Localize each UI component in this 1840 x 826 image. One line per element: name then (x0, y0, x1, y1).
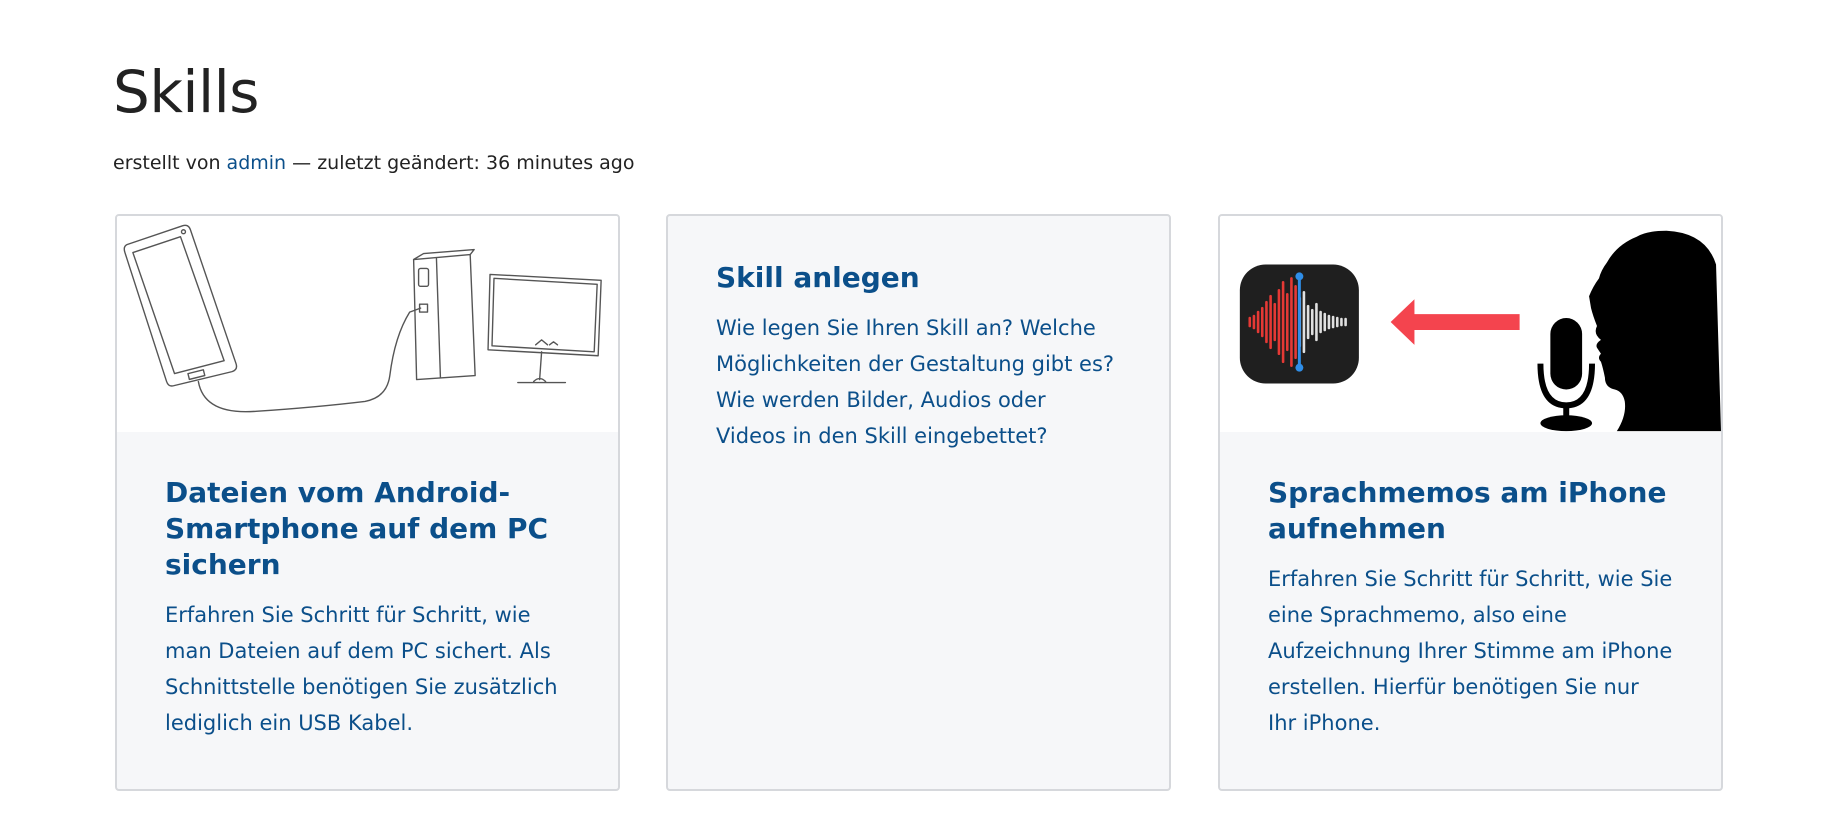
skill-card-android-backup[interactable]: Dateien vom Android-Smartphone auf dem P… (115, 214, 620, 791)
card-body: Dateien vom Android-Smartphone auf dem P… (117, 432, 618, 741)
page-title: Skills (113, 58, 259, 126)
byline-separator: — (292, 152, 312, 174)
skill-card-voice-memos[interactable]: Sprachmemos am iPhone aufnehmen Erfahren… (1218, 214, 1723, 791)
author-link[interactable]: admin (227, 152, 287, 174)
modified-value: 36 minutes ago (485, 152, 635, 174)
card-description: Erfahren Sie Schritt für Schritt, wie Si… (1268, 567, 1673, 735)
card-body: Sprachmemos am iPhone aufnehmen Erfahren… (1220, 432, 1721, 741)
card-title[interactable]: Sprachmemos am iPhone aufnehmen (1268, 475, 1673, 547)
person-silhouette-icon (1589, 230, 1721, 432)
voice-memo-illustration (1220, 216, 1721, 432)
voice-memos-app-icon (1239, 264, 1359, 384)
card-description: Wie legen Sie Ihren Skill an? Welche Mög… (716, 316, 1115, 448)
card-body: Skill anlegen Wie legen Sie Ihren Skill … (668, 216, 1169, 454)
microphone-icon (1537, 318, 1596, 432)
modified-label: zuletzt geändert: (317, 152, 480, 174)
card-title[interactable]: Skill anlegen (716, 260, 1121, 296)
skill-card-create-skill[interactable]: Skill anlegen Wie legen Sie Ihren Skill … (666, 214, 1171, 791)
skill-card-list: Dateien vom Android-Smartphone auf dem P… (115, 214, 1725, 794)
card-title[interactable]: Dateien vom Android-Smartphone auf dem P… (165, 475, 570, 583)
page: Skills erstellt von admin — zuletzt geän… (0, 0, 1840, 826)
smartphone-pc-illustration (117, 216, 618, 432)
left-arrow-icon (1390, 299, 1520, 345)
byline-prefix: erstellt von (113, 152, 221, 174)
byline: erstellt von admin — zuletzt geändert: 3… (113, 152, 634, 174)
card-description: Erfahren Sie Schritt für Schritt, wie ma… (165, 603, 558, 735)
